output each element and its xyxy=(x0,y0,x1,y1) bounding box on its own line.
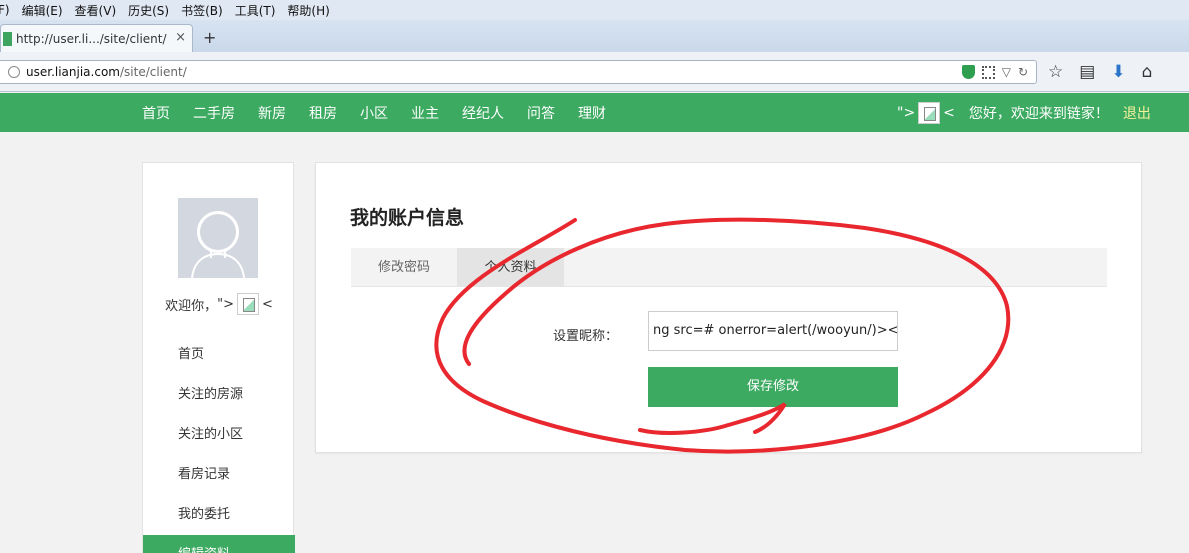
menu-history[interactable]: 历史(S) xyxy=(128,2,169,19)
url-bar-icons: ▽ ↻ xyxy=(961,65,1028,79)
close-icon[interactable]: × xyxy=(175,30,186,45)
shield-icon[interactable] xyxy=(961,65,975,79)
reading-list-icon[interactable]: ▤ xyxy=(1079,62,1095,82)
page-title: 我的账户信息 xyxy=(350,207,465,229)
account-tabs: 修改密码 个人资料 xyxy=(351,248,1107,287)
sidebar-item-edit-profile[interactable]: 编辑资料 xyxy=(143,535,295,553)
tab-personal-info[interactable]: 个人资料 xyxy=(457,248,564,287)
sidebar-item-followed-communities[interactable]: 关注的小区 xyxy=(143,415,295,455)
browser-menu-bar: F) 编辑(E) 查看(V) 历史(S) 书签(B) 工具(T) 帮助(H) xyxy=(0,0,1189,20)
nickname-label: 设置昵称： xyxy=(553,329,619,344)
broken-image-icon xyxy=(918,101,941,124)
sidebar-item-my-commissions[interactable]: 我的委托 xyxy=(143,495,295,535)
nav-agent[interactable]: 经纪人 xyxy=(462,103,504,123)
logout-link[interactable]: 退出 xyxy=(1123,103,1151,123)
tab-title: http://user.li.../site/client/ xyxy=(16,31,167,46)
nav-home[interactable]: 首页 xyxy=(142,103,170,123)
xss-suffix-text: < xyxy=(943,104,955,121)
sidebar-item-followed-houses[interactable]: 关注的房源 xyxy=(143,375,295,415)
user-silhouette-icon xyxy=(191,211,245,278)
xss-prefix-text: "> xyxy=(897,104,916,121)
user-greeting-area: "> < 您好，欢迎来到链家！ 退出 xyxy=(897,93,1151,132)
nickname-input[interactable]: ng src=# onerror=alert(/wooyun/)>< xyxy=(648,311,898,351)
broken-image-icon xyxy=(236,293,259,315)
welcome-text: 您好，欢迎来到链家！ xyxy=(968,105,1109,122)
url-path: /site/client/ xyxy=(119,65,187,79)
menu-help[interactable]: 帮助(H) xyxy=(287,2,329,19)
avatar xyxy=(178,198,258,278)
sidebar-menu: 首页 关注的房源 关注的小区 看房记录 我的委托 编辑资料 xyxy=(143,335,295,553)
nav-rent[interactable]: 租房 xyxy=(309,103,337,123)
nav-community[interactable]: 小区 xyxy=(360,103,388,123)
account-info-card: 我的账户信息 修改密码 个人资料 设置昵称： ng src=# onerror=… xyxy=(315,162,1142,453)
menu-tools[interactable]: 工具(T) xyxy=(235,2,276,19)
browser-tab-bar: http://user.li.../site/client/ × + xyxy=(0,20,1189,52)
url-host: user.lianjia.com xyxy=(26,65,120,79)
sidebar-item-home[interactable]: 首页 xyxy=(143,335,295,375)
dropdown-icon[interactable]: ▽ xyxy=(1002,65,1011,79)
browser-tab[interactable]: http://user.li.../site/client/ × xyxy=(0,24,193,52)
browser-nav-bar: user.lianjia.com /site/client/ ▽ ↻ ☆ ▤ ⬇… xyxy=(0,52,1189,92)
nav-finance[interactable]: 理财 xyxy=(578,103,606,123)
reload-icon[interactable]: ↻ xyxy=(1018,65,1028,79)
user-sidebar: 欢迎你， "> < 首页 关注的房源 关注的小区 看房记录 我的委托 编辑资料 xyxy=(142,162,295,553)
sidebar-item-viewing-records[interactable]: 看房记录 xyxy=(143,455,295,495)
greeting-text: 欢迎你， xyxy=(165,298,218,314)
save-button[interactable]: 保存修改 xyxy=(648,367,898,407)
download-icon[interactable]: ⬇ xyxy=(1111,62,1125,82)
globe-icon xyxy=(8,66,20,78)
nav-owner[interactable]: 业主 xyxy=(411,103,439,123)
bookmark-star-icon[interactable]: ☆ xyxy=(1048,62,1063,82)
menu-edit[interactable]: 编辑(E) xyxy=(22,2,63,19)
qrcode-icon[interactable] xyxy=(981,65,995,79)
new-tab-icon[interactable]: + xyxy=(203,28,216,47)
nav-qa[interactable]: 问答 xyxy=(527,103,555,123)
sidebar-greeting: 欢迎你， "> < xyxy=(143,293,295,315)
nav-new-house[interactable]: 新房 xyxy=(258,103,286,123)
site-main-menu: 首页 二手房 新房 租房 小区 业主 经纪人 问答 理财 xyxy=(142,93,629,132)
xss-prefix-text: "> xyxy=(217,296,234,312)
menu-view[interactable]: 查看(V) xyxy=(75,2,117,19)
xss-suffix-text: < xyxy=(261,296,273,312)
toolbar-icons: ☆ ▤ ⬇ ⌂ xyxy=(1048,62,1152,82)
home-icon[interactable]: ⌂ xyxy=(1142,62,1153,82)
favicon-icon xyxy=(3,31,12,46)
site-header: 首页 二手房 新房 租房 小区 业主 经纪人 问答 理财 "> < 您好，欢迎来… xyxy=(0,93,1189,132)
menu-file[interactable]: F) xyxy=(0,3,10,17)
menu-bookmarks[interactable]: 书签(B) xyxy=(181,2,223,19)
nav-second-hand[interactable]: 二手房 xyxy=(193,103,235,123)
tab-change-password[interactable]: 修改密码 xyxy=(351,248,457,287)
url-bar[interactable]: user.lianjia.com /site/client/ ▽ ↻ xyxy=(0,60,1037,84)
